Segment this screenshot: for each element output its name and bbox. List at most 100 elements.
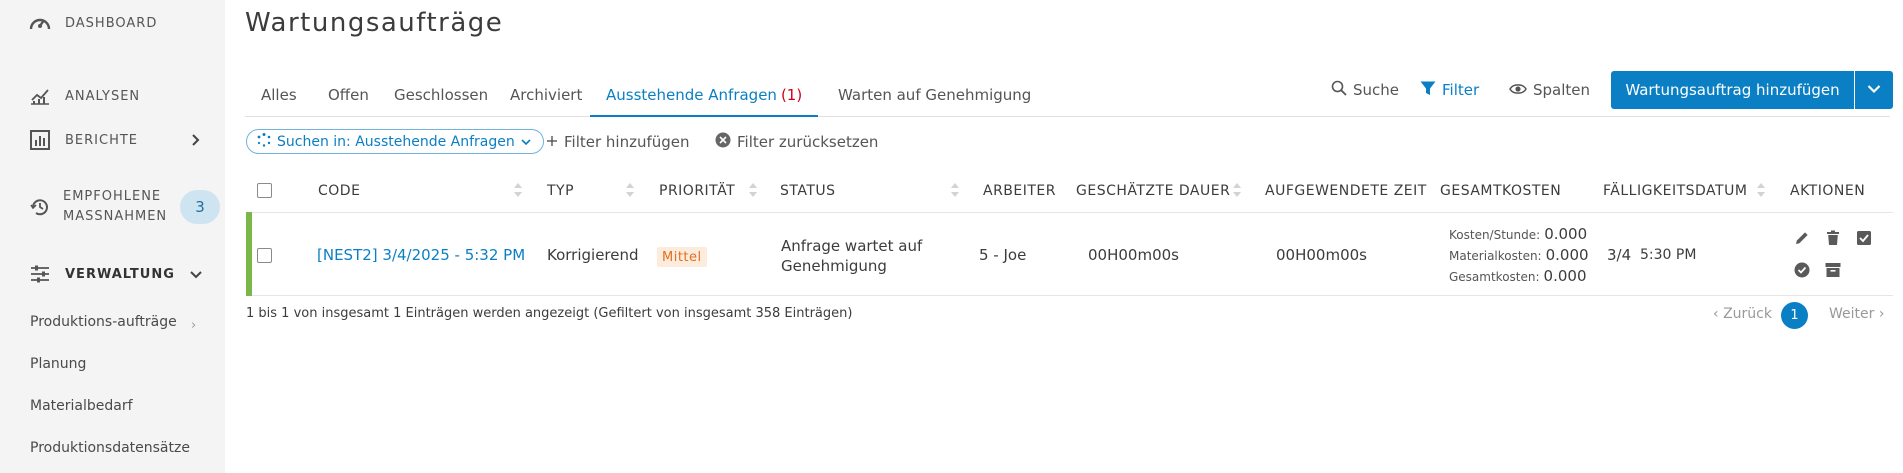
filter-label: Filter [1442,81,1480,99]
tab-label: Alles [261,86,297,104]
pagination-next-button[interactable]: Weiter › [1829,306,1884,322]
tab-geschlossen[interactable]: Geschlossen [378,80,504,117]
row-type: Korrigierend [547,246,639,264]
column-header-estimated-duration[interactable]: GESCHÄTZTE DAUER [1076,183,1230,199]
select-all-checkbox[interactable] [257,183,272,198]
tab-label: Warten auf Genehmigung [838,86,1032,104]
chevron-down-icon [190,268,202,280]
sidebar: DASHBOARD ANALYSEN BERICHTE EMPFOHLENE M… [0,0,225,473]
total-cost-value: 0.000 [1543,267,1587,285]
sidebar-item-label: ANALYSEN [65,88,141,104]
sort-icon[interactable] [1756,180,1766,200]
sidebar-subitem-planung[interactable]: Planung [30,356,86,372]
search-scope-label: Suchen in: Ausstehende Anfragen [277,133,515,150]
sidebar-subitem-produktionsauftraege[interactable]: Produktions-aufträge [30,314,177,330]
plus-icon [546,133,558,151]
row-due-time: 5:30 PM [1640,247,1697,263]
check-circle-icon[interactable] [1793,261,1811,279]
add-maintenance-order-button[interactable]: Wartungsauftrag hinzufügen [1611,71,1854,109]
chart-line-icon [29,85,51,107]
filter-button[interactable]: Filter [1420,79,1479,101]
material-cost-value: 0.000 [1545,246,1589,264]
sliders-icon [29,263,51,285]
tab-label: Ausstehende Anfragen [606,86,777,104]
pagination-page-1[interactable]: 1 [1781,302,1808,329]
row-due-day: 3/4 [1607,246,1632,264]
eye-icon [1509,81,1527,99]
column-header-code[interactable]: CODE [318,183,360,199]
sort-icon[interactable] [513,180,523,200]
add-options-dropdown-button[interactable] [1855,71,1893,109]
sidebar-item-label-line1: EMPFOHLENE [63,189,162,204]
column-header-worker[interactable]: ARBEITER [983,183,1056,199]
gauge-icon [29,12,51,34]
chevron-right-icon [189,134,201,146]
reset-filter-label: Filter zurücksetzen [737,133,879,151]
tab-warten-auf-genehmigung[interactable]: Warten auf Genehmigung [822,80,1047,117]
row-checkbox[interactable] [257,248,272,263]
column-header-status[interactable]: STATUS [780,183,836,199]
sidebar-item-label: VERWALTUNG [65,266,175,282]
material-cost: Materialkosten: 0.000 [1449,246,1589,264]
column-header-due-date[interactable]: FÄLLIGKEITSDATUM [1603,183,1747,199]
columns-button[interactable]: Spalten [1509,79,1590,101]
sort-icon[interactable] [950,180,960,200]
cost-per-hour-label: Kosten/Stunde: [1449,228,1541,242]
archive-icon[interactable] [1824,261,1842,279]
tab-label: Geschlossen [394,86,489,104]
report-icon [29,129,51,151]
page-title: Wartungsaufträge [245,8,504,38]
prev-label: Zurück [1723,306,1772,322]
notification-badge: 3 [180,190,220,224]
tab-label: Archiviert [510,86,583,104]
row-worker: 5 - Joe [979,246,1027,264]
sidebar-subitem-materialbedarf[interactable]: Materialbedarf [30,398,133,414]
row-status-line1: Anfrage wartet auf [781,237,923,255]
search-icon [1331,80,1347,100]
history-icon [29,196,51,218]
row-code-link[interactable]: [NEST2] 3/4/2025 - 5:32 PM [317,246,525,264]
column-header-priority[interactable]: PRIORITÄT [659,183,735,199]
table-info-text: 1 bis 1 von insgesamt 1 Einträgen werden… [246,306,853,321]
sidebar-item-verwaltung[interactable]: VERWALTUNG [0,263,225,285]
sidebar-item-empfohlene-massnahmen[interactable]: EMPFOHLENE MASSNAHMEN 3 [0,187,225,227]
material-cost-label: Materialkosten: [1449,249,1542,263]
columns-label: Spalten [1533,81,1591,99]
tab-alles[interactable]: Alles [245,80,313,117]
sort-icon[interactable] [1232,180,1242,200]
total-cost: Gesamtkosten: 0.000 [1449,267,1587,285]
column-header-total-cost[interactable]: GESAMTKOSTEN [1440,183,1561,199]
edit-icon[interactable] [1793,229,1811,247]
pagination-prev-button[interactable]: ‹ Zurück [1713,306,1772,322]
reset-filter-button[interactable]: Filter zurücksetzen [715,131,878,153]
checkbox-checked-icon[interactable] [1855,229,1873,247]
chevron-down-icon [521,134,531,150]
tab-count: (1) [780,86,803,104]
chevron-left-icon: ‹ [1713,306,1719,322]
tab-ausstehende-anfragen[interactable]: Ausstehende Anfragen (1) [590,80,819,117]
sidebar-item-dashboard[interactable]: DASHBOARD [0,12,225,34]
sidebar-item-analysen[interactable]: ANALYSEN [0,85,225,107]
sort-icon[interactable] [748,180,758,200]
column-header-spent-time[interactable]: AUFGEWENDETE ZEIT [1265,183,1427,199]
add-filter-button[interactable]: Filter hinzufügen [546,131,690,153]
sidebar-item-berichte[interactable]: BERICHTE [0,129,225,151]
column-header-type[interactable]: TYP [547,183,574,199]
row-status-line2: Genehmigung [781,257,887,275]
tab-offen[interactable]: Offen [312,80,385,117]
filter-icon [1420,81,1436,100]
cost-per-hour-value: 0.000 [1544,225,1588,243]
tab-label: Offen [328,86,369,104]
tab-archiviert[interactable]: Archiviert [494,80,598,117]
add-filter-label: Filter hinzufügen [564,133,690,151]
sort-icon[interactable] [625,180,635,200]
sidebar-item-label: DASHBOARD [65,15,158,31]
search-button[interactable]: Suche [1331,79,1399,101]
search-label: Suche [1353,81,1400,99]
sidebar-subitem-produktionsdatensaetze[interactable]: Produktionsdatensätze [30,440,190,456]
priority-badge: Mittel [657,247,707,267]
search-scope-chip[interactable]: Suchen in: Ausstehende Anfragen [246,129,544,154]
trash-icon[interactable] [1824,229,1842,247]
sidebar-item-label-line2: MASSNAHMEN [63,209,168,224]
column-header-actions: AKTIONEN [1790,183,1866,199]
